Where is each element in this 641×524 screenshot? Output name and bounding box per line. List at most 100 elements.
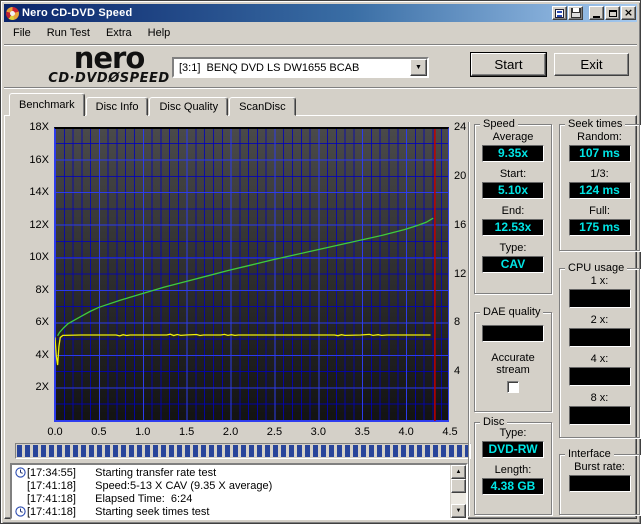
axis-tick-label: 4X: [36, 349, 49, 361]
axis-tick-label: 8X: [36, 284, 49, 296]
average-value: 9.35x: [482, 145, 544, 162]
scroll-up-button[interactable]: ▲: [451, 465, 466, 479]
axis-tick-label: 3.0: [311, 426, 326, 438]
log-entry: [17:34:55] Starting transfer rate test: [14, 466, 448, 479]
accurate-stream-label-2: stream: [475, 364, 551, 376]
tab-benchmark[interactable]: Benchmark: [9, 93, 85, 116]
cpu-usage-panel: CPU usage 1 x: 2 x: 4 x: 8 x:: [559, 268, 640, 438]
tab-scandisc[interactable]: ScanDisc: [229, 97, 295, 116]
drive-select-value: [3:1] BENQ DVD LS DW1655 BCAB: [174, 62, 410, 74]
accurate-stream-checkbox[interactable]: [507, 381, 519, 393]
maximize-button[interactable]: [605, 6, 620, 20]
save-icon: [571, 8, 581, 18]
vertical-separator: [468, 122, 470, 516]
seek-times-panel: Seek times Random: 107 ms 1/3: 124 ms Fu…: [559, 124, 640, 251]
type-label: Type:: [475, 242, 551, 254]
save-button[interactable]: [568, 6, 583, 20]
title-bar[interactable]: Nero CD-DVD Speed ×: [4, 4, 637, 22]
axis-tick-label: 4: [454, 365, 460, 377]
axis-tick-label: 4.5: [442, 426, 457, 438]
menu-extra[interactable]: Extra: [98, 25, 140, 41]
maximize-icon: [609, 10, 617, 17]
log-list: [17:34:55] Starting transfer rate test […: [12, 465, 450, 518]
axis-tick-label: 8: [454, 316, 460, 328]
accurate-stream-label-1: Accurate: [475, 352, 551, 364]
scroll-down-button[interactable]: ▼: [451, 504, 466, 518]
log-scrollbar[interactable]: ▲ ▼: [450, 465, 466, 518]
average-label: Average: [475, 131, 551, 143]
axis-tick-label: 24: [454, 121, 466, 133]
cpu-4x-label: 4 x:: [560, 353, 639, 365]
scrollbar-thumb[interactable]: [451, 479, 466, 493]
report-button[interactable]: [552, 6, 567, 20]
start-value: 5.10x: [482, 182, 544, 199]
chevron-down-icon: ▼: [415, 64, 422, 71]
arrow-up-icon: ▲: [456, 469, 462, 475]
log-entry-time: [17:41:18]: [27, 480, 89, 492]
log-entry-text: Starting seek times test: [89, 506, 209, 518]
log-entry-time: [17:41:18]: [27, 493, 89, 505]
axis-tick-label: 0.5: [91, 426, 106, 438]
minimize-icon: [593, 16, 600, 18]
burst-rate-value: [569, 475, 631, 492]
cpu-4x-value: [569, 367, 631, 386]
axis-tick-label: 0.0: [47, 426, 62, 438]
log-entry-time: [17:34:55]: [27, 467, 89, 479]
scrollbar-track[interactable]: [451, 493, 466, 504]
axis-tick-label: 6X: [36, 316, 49, 328]
tab-strip: Benchmark Disc Info Disc Quality ScanDis…: [9, 94, 297, 116]
log-entry-text: Elapsed Time: 6:24: [89, 493, 192, 505]
axis-tick-label: 1.5: [179, 426, 194, 438]
benchmark-tab-page: 18X16X14X12X10X8X6X4X2X 2420161284 0.00.…: [4, 115, 637, 519]
nero-logo: nero CD·DVDØSPEED: [29, 45, 189, 86]
clock-icon: [14, 506, 27, 517]
random-seek-value: 107 ms: [569, 145, 631, 162]
axis-tick-label: 1.0: [135, 426, 150, 438]
log-entry: [17:41:18] Starting seek times test: [14, 505, 448, 518]
tab-disc-info[interactable]: Disc Info: [86, 97, 149, 116]
axis-tick-label: 4.0: [398, 426, 413, 438]
exit-button[interactable]: Exit: [554, 53, 629, 76]
axis-tick-label: 12: [454, 268, 466, 280]
minimize-button[interactable]: [589, 6, 604, 20]
burst-rate-label: Burst rate:: [560, 461, 639, 473]
log-entry-text: Starting transfer rate test: [89, 467, 216, 479]
axis-tick-label: 2X: [36, 381, 49, 393]
dae-quality-panel: DAE quality Accurate stream: [474, 312, 552, 412]
full-seek-value: 175 ms: [569, 219, 631, 236]
axis-tick-label: 10X: [29, 251, 49, 263]
cpu-2x-label: 2 x:: [560, 314, 639, 326]
tab-disc-quality[interactable]: Disc Quality: [149, 97, 228, 116]
drive-select[interactable]: [3:1] BENQ DVD LS DW1655 BCAB ▼: [172, 57, 429, 78]
cpu-1x-label: 1 x:: [560, 275, 639, 287]
menu-help[interactable]: Help: [140, 25, 179, 41]
speed-panel-title: Speed: [480, 118, 518, 130]
axis-tick-label: 20: [454, 170, 466, 182]
cpu-usage-panel-title: CPU usage: [565, 262, 627, 274]
interface-panel-title: Interface: [565, 448, 614, 460]
drive-select-dropdown-button[interactable]: ▼: [410, 59, 427, 76]
app-cd-icon: [6, 7, 19, 20]
log-entry-text: Speed:5-13 X CAV (9.35 X average): [89, 480, 272, 492]
close-icon: ×: [624, 8, 633, 18]
menu-file[interactable]: File: [5, 25, 39, 41]
transfer-rate-chart: [54, 127, 449, 422]
menu-bar: File Run Test Extra Help: [5, 23, 636, 42]
cpu-8x-label: 8 x:: [560, 392, 639, 404]
axis-tick-label: 16X: [29, 154, 49, 166]
dae-quality-panel-title: DAE quality: [480, 306, 543, 318]
chart-series: [58, 218, 434, 336]
log-box: [17:34:55] Starting transfer rate test […: [10, 463, 468, 520]
type-value: CAV: [482, 256, 544, 273]
axis-tick-label: 3.5: [355, 426, 370, 438]
window-title: Nero CD-DVD Speed: [22, 7, 132, 19]
position-bar-fill: [17, 445, 469, 457]
menu-run-test[interactable]: Run Test: [39, 25, 98, 41]
cpu-8x-value: [569, 406, 631, 425]
end-label: End:: [475, 205, 551, 217]
speed-panel: Speed Average 9.35x Start: 5.10x End: 12…: [474, 124, 552, 294]
close-button[interactable]: ×: [621, 6, 636, 20]
start-button[interactable]: Start: [471, 53, 546, 76]
cpu-1x-value: [569, 289, 631, 308]
axis-tick-label: 14X: [29, 186, 49, 198]
